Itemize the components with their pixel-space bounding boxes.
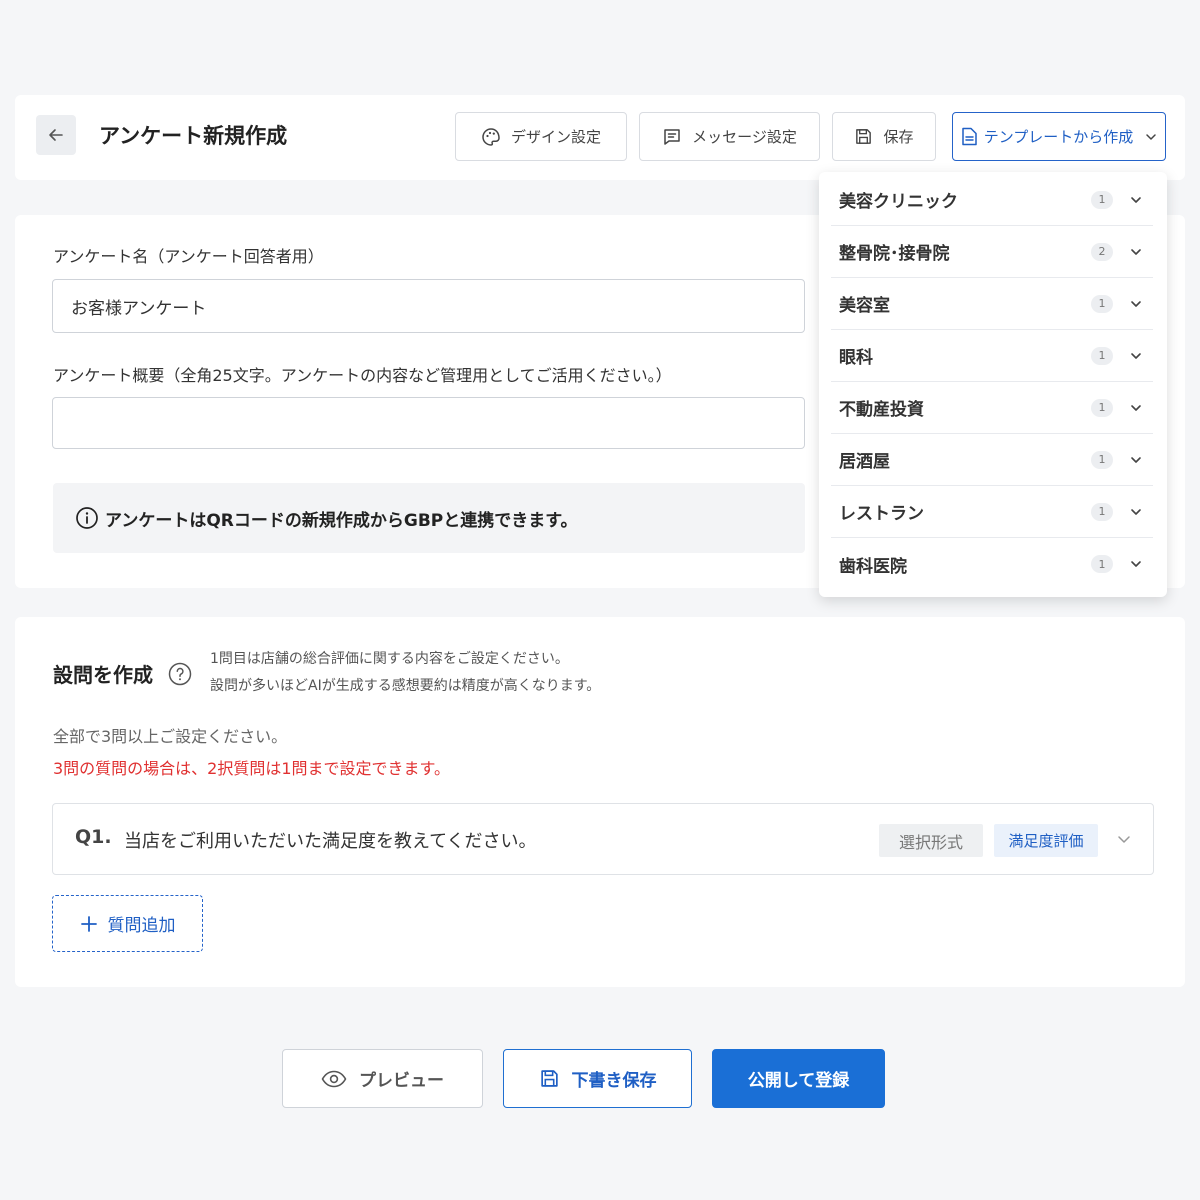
publish-label: 公開して登録 — [747, 1071, 850, 1091]
template-item-label: 居酒屋 — [839, 452, 890, 472]
back-button[interactable] — [36, 115, 76, 155]
question-number: Q1. — [75, 826, 112, 848]
question-row[interactable]: Q1. 当店をご利用いただいた満足度を教えてください。 選択形式 満足度評価 — [52, 803, 1154, 875]
palette-icon — [482, 127, 500, 146]
template-item[interactable]: 眼科 1 — [831, 330, 1153, 382]
add-question-button[interactable]: 質問追加 — [52, 895, 203, 952]
chevron-down-icon[interactable] — [1116, 831, 1132, 847]
binary-question-warning: 3問の質問の場合は、2択質問は1問まで設定できます。 — [53, 759, 450, 778]
info-icon — [76, 507, 98, 529]
info-text: アンケートはQRコードの新規作成からGBPと連携できます。 — [105, 510, 578, 531]
page-title: アンケート新規作成 — [99, 124, 288, 148]
chevron-down-icon[interactable] — [1129, 193, 1143, 207]
template-item-label: 不動産投資 — [839, 400, 924, 420]
survey-name-input[interactable] — [52, 279, 805, 333]
chevron-down-icon[interactable] — [1129, 401, 1143, 415]
save-button[interactable]: 保存 — [832, 112, 936, 161]
questions-hint-line2: 設問が多いほどAIが生成する感想要約は精度が高くなります。 — [210, 678, 601, 694]
questions-hint-line1: 1問目は店舗の総合評価に関する内容をご設定ください。 — [210, 651, 569, 667]
design-settings-button[interactable]: デザイン設定 — [455, 112, 627, 161]
template-item-label: 美容室 — [839, 296, 890, 316]
survey-name-label: アンケート名（アンケート回答者用） — [53, 247, 324, 266]
questions-title: 設問を作成 — [53, 663, 153, 687]
template-item[interactable]: 歯科医院 1 — [831, 538, 1153, 590]
eye-icon — [321, 1070, 347, 1087]
template-item-label: 美容クリニック — [839, 192, 958, 212]
template-count-badge: 1 — [1091, 294, 1113, 313]
info-notice: アンケートはQRコードの新規作成からGBPと連携できます。 — [53, 483, 805, 553]
message-settings-button[interactable]: メッセージ設定 — [639, 112, 820, 161]
message-settings-label: メッセージ設定 — [692, 128, 797, 146]
page-header: アンケート新規作成 デザイン設定 メッセージ設定 保存 テンプレートから作成 — [15, 95, 1185, 180]
arrow-left-icon — [49, 129, 63, 141]
template-item[interactable]: 整骨院･接骨院 2 — [831, 226, 1153, 278]
chevron-down-icon[interactable] — [1129, 557, 1143, 571]
template-item-label: 歯科医院 — [839, 556, 907, 577]
minimum-questions-note: 全部で3問以上ご設定ください。 — [53, 727, 288, 746]
questions-card: 設問を作成 1問目は店舗の総合評価に関する内容をご設定ください。 設問が多いほど… — [15, 617, 1185, 987]
template-count-badge: 1 — [1091, 346, 1113, 365]
design-settings-label: デザイン設定 — [510, 128, 601, 146]
save-label: 保存 — [883, 128, 914, 146]
preview-button[interactable]: プレビュー — [282, 1049, 483, 1108]
save-icon — [856, 129, 872, 144]
save-draft-button[interactable]: 下書き保存 — [503, 1049, 692, 1108]
message-icon — [664, 128, 680, 145]
question-type-tag: 選択形式 — [879, 824, 983, 857]
add-question-label: 質問追加 — [107, 916, 176, 936]
template-count-badge: 1 — [1091, 502, 1113, 521]
chevron-down-icon[interactable] — [1129, 453, 1143, 467]
survey-summary-input[interactable] — [52, 397, 805, 449]
chevron-down-icon[interactable] — [1129, 297, 1143, 311]
chevron-down-icon[interactable] — [1129, 245, 1143, 259]
template-item[interactable]: 美容室 1 — [831, 278, 1153, 330]
save-icon — [540, 1070, 558, 1087]
plus-icon — [80, 915, 97, 932]
template-count-badge: 2 — [1091, 242, 1113, 261]
survey-summary-label: アンケート概要（全角25文字。アンケートの内容など管理用としてご活用ください。） — [53, 366, 672, 385]
save-draft-label: 下書き保存 — [571, 1071, 657, 1091]
template-count-badge: 1 — [1091, 450, 1113, 469]
template-count-badge: 1 — [1091, 190, 1113, 209]
template-create-button[interactable]: テンプレートから作成 — [952, 112, 1166, 161]
template-count-badge: 1 — [1091, 555, 1113, 573]
template-item-label: 眼科 — [839, 348, 873, 368]
preview-label: プレビュー — [359, 1071, 444, 1091]
help-icon[interactable] — [168, 662, 192, 686]
question-text: 当店をご利用いただいた満足度を教えてください。 — [124, 831, 537, 852]
template-item[interactable]: レストラン 1 — [831, 486, 1153, 538]
question-category-tag: 満足度評価 — [994, 824, 1098, 857]
template-item-label: レストラン — [839, 504, 924, 524]
template-item[interactable]: 不動産投資 1 — [831, 382, 1153, 434]
chevron-down-icon[interactable] — [1129, 349, 1143, 363]
document-icon — [961, 127, 977, 146]
publish-button[interactable]: 公開して登録 — [712, 1049, 885, 1108]
template-item-label: 整骨院･接骨院 — [839, 244, 950, 264]
template-count-badge: 1 — [1091, 398, 1113, 417]
template-create-label: テンプレートから作成 — [983, 128, 1134, 146]
chevron-down-icon — [1146, 133, 1157, 140]
chevron-down-icon[interactable] — [1129, 505, 1143, 519]
template-item[interactable]: 居酒屋 1 — [831, 434, 1153, 486]
template-item[interactable]: 美容クリニック 1 — [831, 174, 1153, 226]
template-dropdown-menu: 美容クリニック 1 整骨院･接骨院 2 美容室 1 眼科 1 不動産投資 1 居… — [819, 172, 1167, 597]
